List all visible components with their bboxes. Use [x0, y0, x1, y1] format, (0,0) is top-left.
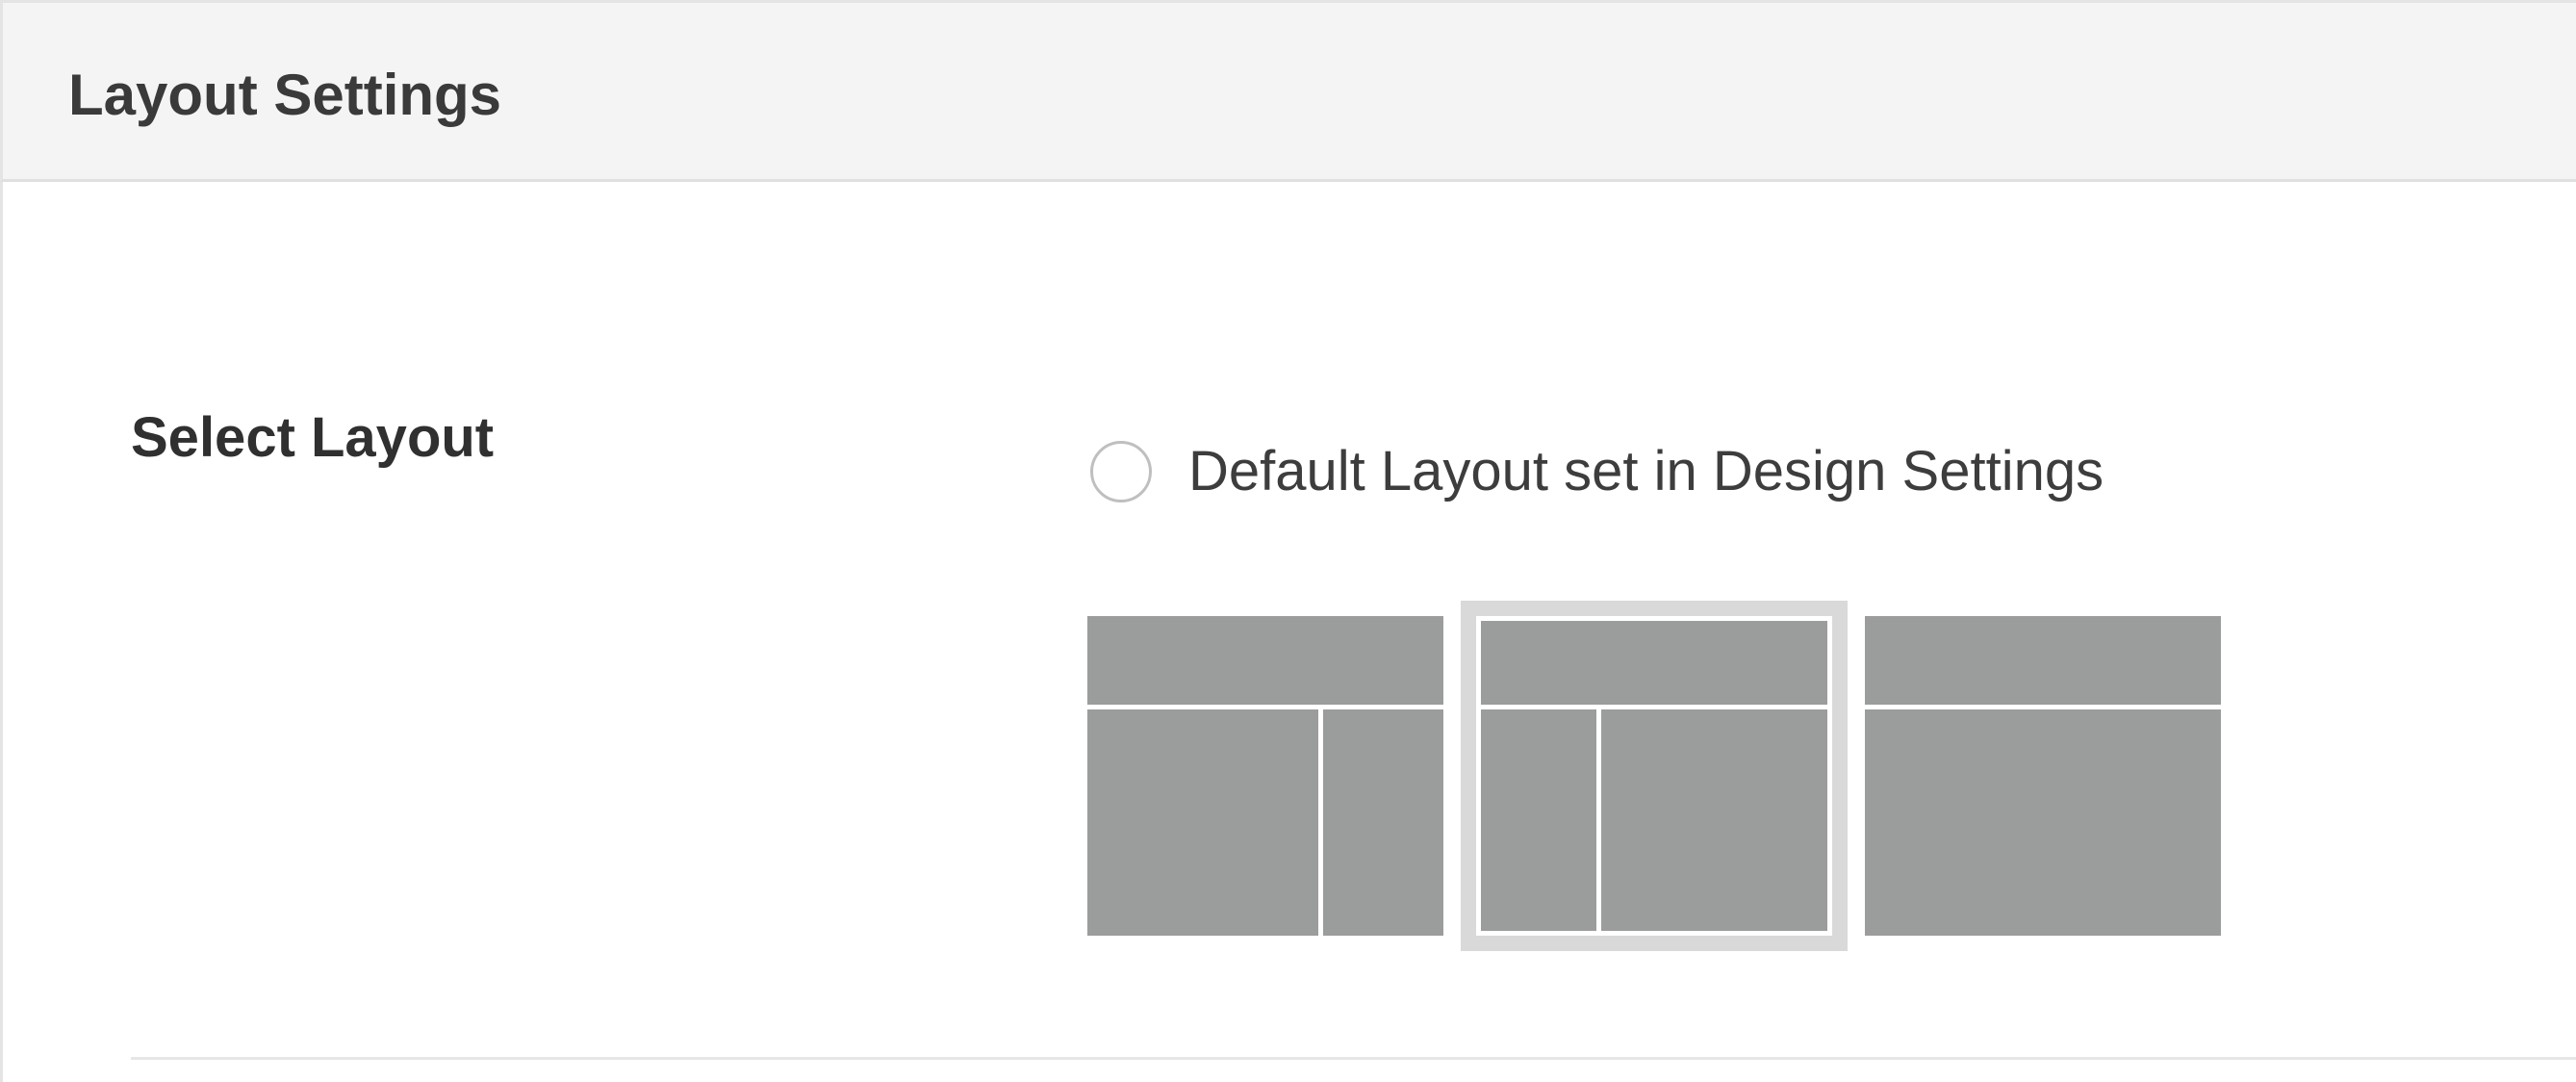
layout-content-left-sidebar-right-icon: [1087, 616, 1443, 936]
layout-content-block: [1865, 709, 2221, 936]
panel-header: Layout Settings: [0, 0, 2576, 182]
layout-header-block: [1476, 616, 1832, 705]
layout-settings-panel: Layout Settings Select Layout Default La…: [0, 0, 2576, 1082]
default-layout-radio-label[interactable]: Default Layout set in Design Settings: [1188, 433, 2104, 510]
layout-option-left-sidebar-content[interactable]: [1461, 601, 1848, 951]
default-layout-radio[interactable]: [1090, 441, 1152, 502]
section-divider: [131, 1057, 2576, 1060]
layout-content-block: [1601, 709, 1832, 936]
layout-option-content-right-sidebar[interactable]: [1087, 616, 1443, 936]
layout-header-block: [1087, 616, 1443, 705]
layout-sidebar-left-content-right-icon: [1476, 616, 1832, 936]
layout-header-block: [1865, 616, 2221, 705]
layout-content-block: [1087, 709, 1318, 936]
default-layout-radio-option[interactable]: Default Layout set in Design Settings: [1090, 433, 2104, 510]
layout-full-width-icon: [1865, 616, 2221, 936]
panel-title: Layout Settings: [68, 63, 502, 127]
layout-option-full-width[interactable]: [1865, 616, 2221, 936]
select-layout-label: Select Layout: [131, 406, 495, 469]
layout-sidebar-block: [1476, 709, 1596, 936]
layout-sidebar-block: [1323, 709, 1443, 936]
